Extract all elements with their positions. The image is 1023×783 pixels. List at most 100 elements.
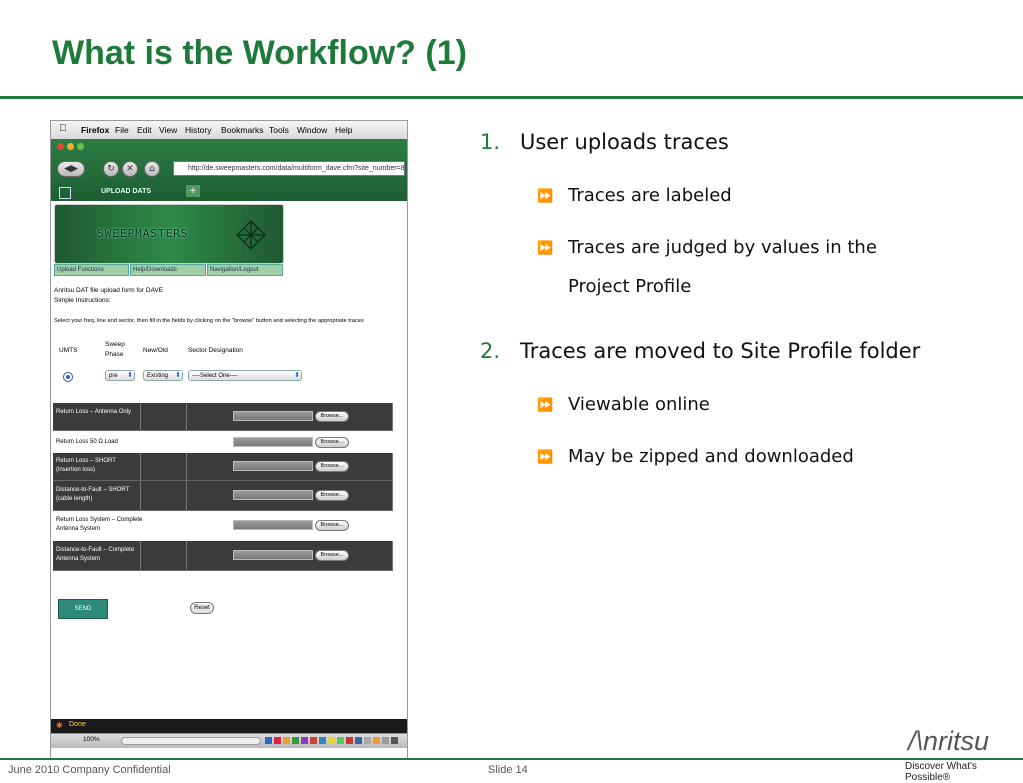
web-page: SWEEPMASTERS Upload Functions Help/Downl…: [51, 201, 407, 721]
col-phase: Phase: [105, 351, 124, 358]
trace-file-field[interactable]: [233, 411, 313, 421]
col-sweep: Sweep: [105, 341, 125, 348]
browse-button[interactable]: Browse...: [315, 520, 349, 531]
bullet-number: 2.: [480, 339, 501, 363]
home-button[interactable]: ⌂: [144, 161, 160, 177]
back-forward-button[interactable]: ◀▶: [57, 161, 85, 177]
slide-title: What is the Workflow? (1): [52, 34, 467, 72]
trace-file-field[interactable]: [233, 520, 313, 530]
menu-firefox[interactable]: Firefox: [81, 125, 109, 135]
browse-button[interactable]: Browse...: [315, 461, 349, 472]
sector-select[interactable]: ----Select One----: [188, 370, 302, 381]
nav-navigation-logout[interactable]: Navigation/Logout: [207, 264, 283, 276]
nav-help-downloads[interactable]: Help/Downloads: [130, 264, 206, 276]
double-arrow-icon: ⏩: [537, 189, 554, 204]
trace-row: Return Loss 50 Ω Load Browse...: [53, 431, 393, 453]
grid-logo-icon: [236, 220, 266, 250]
addon-icon[interactable]: [328, 737, 335, 744]
trace-row: Return Loss System – Complete Antenna Sy…: [53, 511, 393, 541]
anritsu-logo: /\nritsu: [908, 726, 990, 756]
double-arrow-icon: ⏩: [537, 241, 554, 256]
banner-logo-text: SWEEPMASTERS: [97, 227, 189, 240]
zoom-level[interactable]: 100%: [83, 736, 100, 743]
send-button[interactable]: SEND: [58, 599, 108, 619]
zoom-window-button[interactable]: [77, 143, 84, 150]
browse-button[interactable]: Browse...: [315, 550, 349, 561]
url-field[interactable]: http://de.sweepmasters.com/data/multifor…: [173, 161, 405, 176]
form-heading: Anritsu DAT file upload form for DAVE: [54, 287, 164, 294]
trace-label: Return Loss 50 Ω Load: [56, 439, 118, 445]
addon-icon[interactable]: [346, 737, 353, 744]
umts-radio[interactable]: [63, 372, 73, 382]
title-divider: [0, 96, 1023, 99]
sub-bullet: May be zipped and downloaded: [568, 446, 854, 467]
browse-button[interactable]: Browse...: [315, 437, 349, 448]
addon-icon[interactable]: [364, 737, 371, 744]
addon-icon[interactable]: [265, 737, 272, 744]
menu-file[interactable]: File: [115, 125, 129, 135]
minimize-window-button[interactable]: [67, 143, 74, 150]
addon-bar: 100%: [51, 733, 407, 748]
addon-icon[interactable]: [319, 737, 326, 744]
addon-icon[interactable]: [391, 737, 398, 744]
sweepmasters-banner: SWEEPMASTERS: [54, 204, 284, 264]
reload-button[interactable]: ↻: [103, 161, 119, 177]
instructions-label: Simple Instructions:: [54, 297, 111, 304]
addon-icon[interactable]: [301, 737, 308, 744]
trace-file-field[interactable]: [233, 461, 313, 471]
menu-tools[interactable]: Tools: [269, 125, 289, 135]
browser-status-bar: ✱ Done: [51, 719, 407, 733]
sub-bullet: Viewable online: [568, 394, 710, 415]
footer-divider: [0, 758, 1023, 760]
stop-icon: ✕: [126, 164, 134, 174]
tab-upload-dats[interactable]: UPLOAD DATS: [101, 188, 151, 195]
addon-icon[interactable]: [274, 737, 281, 744]
menu-window[interactable]: Window: [297, 125, 327, 135]
menu-help[interactable]: Help: [335, 125, 352, 135]
bullet-item: Traces are moved to Site Profile folder: [520, 339, 921, 363]
trace-file-field[interactable]: [233, 437, 313, 447]
phase-select[interactable]: pre: [105, 370, 135, 381]
reset-button[interactable]: Reset: [190, 602, 214, 614]
menu-view[interactable]: View: [159, 125, 177, 135]
horizontal-scrollbar[interactable]: [121, 737, 261, 745]
menu-history[interactable]: History: [185, 125, 211, 135]
addon-icon[interactable]: [355, 737, 362, 744]
addon-icon[interactable]: [292, 737, 299, 744]
footer-confidential: June 2010 Company Confidential: [8, 764, 171, 776]
back-arrow-icon: ◀▶: [64, 164, 78, 174]
tab-favicon-icon: [59, 187, 71, 199]
addon-icon[interactable]: [283, 737, 290, 744]
browser-screenshot:  Firefox File Edit View History Bookmar…: [50, 120, 408, 760]
trace-file-field[interactable]: [233, 490, 313, 500]
trace-label: Distance-to-Fault – SHORT (cable length): [56, 487, 130, 502]
double-arrow-icon: ⏩: [537, 398, 554, 413]
trace-label: Distance-to-Fault – Complete Antenna Sys…: [56, 547, 135, 562]
trace-row: Return Loss – Antenna Only Browse...: [53, 403, 393, 431]
menu-edit[interactable]: Edit: [137, 125, 152, 135]
sub-bullet: Traces are labeled: [568, 185, 732, 206]
sub-bullet: Traces are judged by values in the: [568, 237, 877, 258]
menu-bookmarks[interactable]: Bookmarks: [221, 125, 264, 135]
addon-icon[interactable]: [337, 737, 344, 744]
nav-upload-functions[interactable]: Upload Functions: [54, 264, 129, 276]
sub-bullet-continued: Project Profile: [568, 276, 692, 297]
close-window-button[interactable]: [57, 143, 64, 150]
addon-icon[interactable]: [373, 737, 380, 744]
stop-button[interactable]: ✕: [122, 161, 138, 177]
new-old-select[interactable]: Existing: [143, 370, 183, 381]
apple-icon[interactable]: : [59, 123, 67, 134]
addon-icon[interactable]: [382, 737, 389, 744]
browse-button[interactable]: Browse...: [315, 411, 349, 422]
mac-menubar:  Firefox File Edit View History Bookmar…: [51, 121, 407, 140]
trace-row: Return Loss – SHORT (insertion loss) Bro…: [53, 453, 393, 481]
addon-icon[interactable]: [310, 737, 317, 744]
browse-button[interactable]: Browse...: [315, 490, 349, 501]
status-text: Done: [69, 721, 86, 728]
trace-row: Distance-to-Fault – SHORT (cable length)…: [53, 481, 393, 511]
trace-row: Distance-to-Fault – Complete Antenna Sys…: [53, 541, 393, 571]
trace-file-field[interactable]: [233, 550, 313, 560]
home-icon: ⌂: [149, 164, 155, 174]
new-tab-button[interactable]: +: [186, 185, 200, 197]
bullet-item: User uploads traces: [520, 130, 729, 154]
